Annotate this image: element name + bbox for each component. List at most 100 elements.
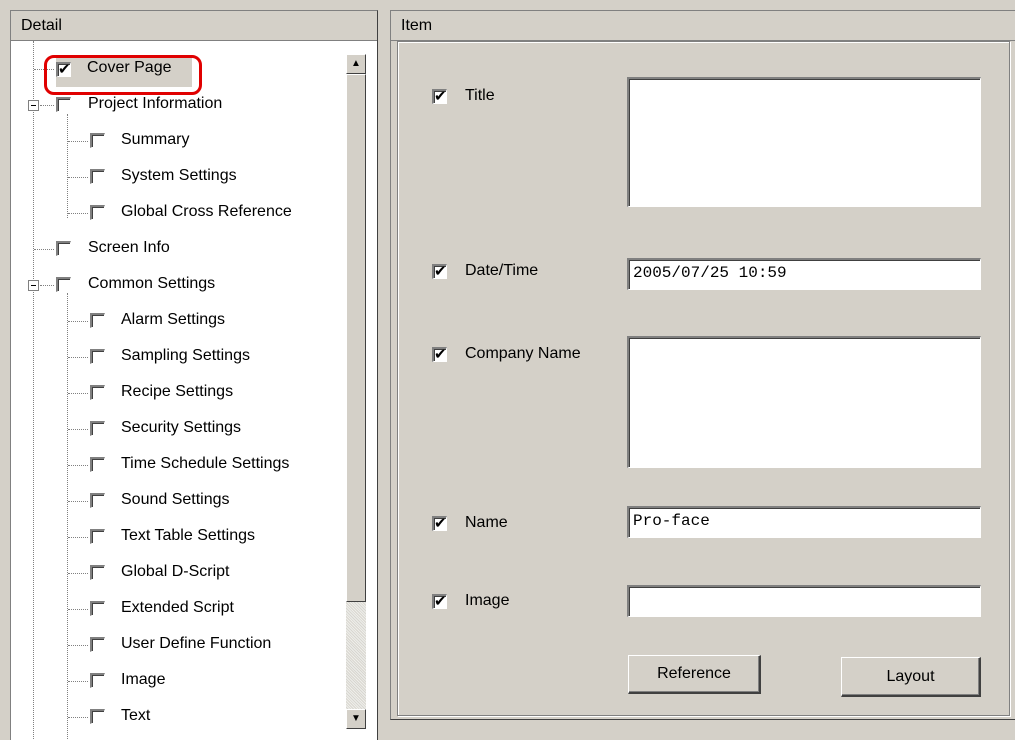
tree-checkbox[interactable] <box>90 313 105 328</box>
tree-item-time-schedule-settings[interactable]: Time Schedule Settings <box>10 447 346 483</box>
tree-item-label: Sound Settings <box>121 491 230 508</box>
arrow-down-icon: ▼ <box>351 713 361 724</box>
tree-checkbox[interactable] <box>90 349 105 364</box>
tree-checkbox[interactable] <box>90 133 105 148</box>
tree-connector <box>68 357 88 358</box>
tree-checkbox[interactable] <box>90 673 105 688</box>
company-name-textarea[interactable] <box>627 336 981 468</box>
tree-item-label: Text Table Settings <box>121 527 256 544</box>
title-checkbox[interactable] <box>432 88 447 106</box>
tree-connector <box>68 609 88 610</box>
tree-item-label: Time Schedule Settings <box>121 455 290 472</box>
detail-tree: Project Information Summary System Setti… <box>10 41 346 739</box>
tree-checkbox[interactable] <box>90 421 105 436</box>
tree-item-label: Recipe Settings <box>121 383 234 400</box>
tree-item-text-table-settings[interactable]: Text Table Settings <box>10 519 346 555</box>
tree-connector <box>68 573 88 574</box>
tree-checkbox[interactable] <box>90 601 105 616</box>
tree-item-common-settings[interactable]: Common Settings <box>10 267 346 303</box>
tree-item-label: Image <box>121 671 166 688</box>
scroll-up-button[interactable]: ▲ <box>346 54 366 74</box>
reference-button[interactable]: Reference <box>628 655 761 694</box>
tree-checkbox[interactable] <box>90 205 105 220</box>
tree-connector <box>68 429 88 430</box>
tree-item-system-settings[interactable]: System Settings <box>10 159 346 195</box>
company-name-checkbox[interactable] <box>432 346 447 364</box>
tree-checkbox[interactable] <box>90 709 105 724</box>
tree-item-label: Sampling Settings <box>121 347 250 364</box>
tree-checkbox[interactable] <box>90 637 105 652</box>
tree-checkbox[interactable] <box>56 277 71 292</box>
tree-checkbox[interactable] <box>90 529 105 544</box>
tree-item-label: Screen Info <box>88 239 170 256</box>
tree-checkbox[interactable] <box>56 241 71 256</box>
collapse-icon[interactable] <box>28 100 39 111</box>
tree-checkbox[interactable] <box>90 457 105 472</box>
title-label: Title <box>465 87 495 104</box>
tree-item-global-cross-reference[interactable]: Global Cross Reference <box>10 195 346 231</box>
collapse-icon[interactable] <box>28 280 39 291</box>
tree-item-label: Project Information <box>88 95 223 112</box>
tree-connector <box>40 285 54 286</box>
tree-connector <box>68 393 88 394</box>
datetime-checkbox[interactable] <box>432 263 447 281</box>
datetime-input[interactable]: 2005/07/25 10:59 <box>627 258 981 290</box>
tree-item-label: Security Settings <box>121 419 242 436</box>
tree-item-label: Extended Script <box>121 599 234 616</box>
tree-item-label: Summary <box>121 131 190 148</box>
tree-checkbox[interactable] <box>90 493 105 508</box>
tree-item-text[interactable]: Text <box>10 699 346 735</box>
tree-item-label: Text <box>121 707 151 724</box>
tree-connector <box>40 105 54 106</box>
title-textarea[interactable] <box>627 77 981 207</box>
tree-checkbox[interactable] <box>56 97 71 112</box>
company-name-label: Company Name <box>465 345 581 362</box>
tree-connector <box>68 645 88 646</box>
tree-item-security-settings[interactable]: Security Settings <box>10 411 346 447</box>
tree-connector <box>68 177 88 178</box>
tree-item-extended-script[interactable]: Extended Script <box>10 591 346 627</box>
tree-item-screen-info[interactable]: Screen Info <box>10 231 346 267</box>
tree-item-summary[interactable]: Summary <box>10 123 346 159</box>
image-label: Image <box>465 592 510 609</box>
tree-item-global-d-script[interactable]: Global D-Script <box>10 555 346 591</box>
scroll-thumb[interactable] <box>346 74 366 602</box>
tree-scrollbar[interactable]: ▲ ▼ <box>346 54 366 729</box>
tree-item-image[interactable]: Image <box>10 663 346 699</box>
tree-item-user-define-function[interactable]: User Define Function <box>10 627 346 663</box>
tree-item-recipe-settings[interactable]: Recipe Settings <box>10 375 346 411</box>
tree-connector <box>68 681 88 682</box>
image-input[interactable] <box>627 585 981 617</box>
tree-connector <box>68 321 88 322</box>
tree-item-label: Global Cross Reference <box>121 203 292 220</box>
tree-connector <box>68 213 88 214</box>
tree-connector <box>68 501 88 502</box>
tree-connector <box>68 141 88 142</box>
name-label: Name <box>465 514 508 531</box>
tree-checkbox[interactable] <box>90 565 105 580</box>
tree-connector <box>68 537 88 538</box>
scroll-down-button[interactable]: ▼ <box>346 709 366 729</box>
tree-connector <box>68 465 88 466</box>
detail-panel-header: Detail <box>11 11 377 41</box>
name-checkbox[interactable] <box>432 515 447 533</box>
layout-button[interactable]: Layout <box>841 657 981 697</box>
image-checkbox[interactable] <box>432 593 447 611</box>
tree-checkbox[interactable] <box>90 169 105 184</box>
red-highlight-annotation <box>44 55 202 95</box>
tree-checkbox[interactable] <box>90 385 105 400</box>
tree-item-label: System Settings <box>121 167 237 184</box>
tree-item-sound-settings[interactable]: Sound Settings <box>10 483 346 519</box>
item-panel-header: Item <box>391 11 1015 41</box>
tree-connector <box>68 717 88 718</box>
tree-item-label: User Define Function <box>121 635 272 652</box>
tree-item-label: Alarm Settings <box>121 311 226 328</box>
tree-connector <box>34 249 54 250</box>
tree-item-label: Global D-Script <box>121 563 230 580</box>
tree-item-label: Common Settings <box>88 275 216 292</box>
tree-item-sampling-settings[interactable]: Sampling Settings <box>10 339 346 375</box>
tree-item-alarm-settings[interactable]: Alarm Settings <box>10 303 346 339</box>
name-input[interactable]: Pro-face <box>627 506 981 538</box>
datetime-label: Date/Time <box>465 262 539 279</box>
arrow-up-icon: ▲ <box>351 58 361 69</box>
